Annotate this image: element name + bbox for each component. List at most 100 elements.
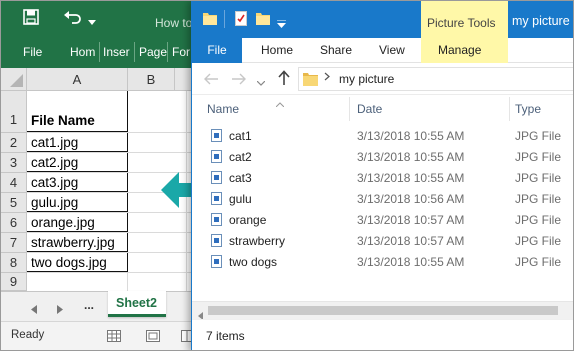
- file-list-item[interactable]: strawberry 3/13/2018 10:57 AM JPG File: [192, 231, 573, 252]
- tab-divider: [167, 42, 168, 62]
- file-list-item[interactable]: cat3 3/13/2018 10:55 AM JPG File: [192, 168, 573, 189]
- breadcrumb-chevron-icon[interactable]: [324, 72, 330, 84]
- file-name: cat2: [229, 150, 252, 164]
- cell-a1[interactable]: File Name: [27, 91, 128, 132]
- file-type: JPG File: [515, 192, 562, 206]
- cell-b8[interactable]: [128, 253, 187, 272]
- file-list-header: Name Date Type: [192, 94, 573, 122]
- scrollbar-thumb[interactable]: [208, 306, 558, 315]
- explorer-tab-share[interactable]: Share: [320, 38, 352, 63]
- column-divider[interactable]: [349, 97, 350, 121]
- cell-b2[interactable]: [128, 133, 187, 152]
- explorer-tab-file[interactable]: File: [192, 38, 242, 63]
- explorer-status-bar: 7 items: [192, 319, 573, 350]
- explorer-tab-home[interactable]: Home: [261, 38, 293, 63]
- sort-ascending-icon: [275, 94, 285, 112]
- file-name: cat1: [229, 129, 252, 143]
- back-icon[interactable]: [204, 72, 218, 90]
- recent-locations-icon[interactable]: [256, 74, 266, 92]
- row-header[interactable]: 8: [1, 253, 27, 273]
- breadcrumb-current-folder[interactable]: my picture: [339, 72, 394, 86]
- select-all-corner[interactable]: [1, 68, 27, 91]
- column-type-header[interactable]: Type: [515, 102, 541, 116]
- cell-b9[interactable]: [128, 273, 187, 291]
- file-name: strawberry: [229, 234, 286, 248]
- row-header[interactable]: 7: [1, 233, 27, 253]
- excel-tab-page[interactable]: Page: [139, 45, 167, 59]
- properties-icon[interactable]: [235, 11, 247, 31]
- address-bar[interactable]: my picture: [298, 67, 573, 91]
- file-date: 3/13/2018 10:55 AM: [357, 255, 465, 269]
- sheet-scroll-right-icon[interactable]: [57, 301, 63, 319]
- excel-tab-formulas[interactable]: For: [172, 45, 190, 59]
- cell-b1[interactable]: [128, 91, 187, 132]
- horizontal-scrollbar[interactable]: [192, 301, 573, 320]
- up-directory-icon[interactable]: [278, 70, 290, 90]
- forward-icon[interactable]: [232, 72, 246, 90]
- column-header-b[interactable]: B: [128, 68, 175, 91]
- cell-b3[interactable]: [128, 153, 187, 172]
- qat-divider: [224, 10, 225, 28]
- excel-status-bar: Ready: [1, 321, 201, 350]
- excel-tab-file[interactable]: File: [23, 45, 42, 59]
- row-header[interactable]: 3: [1, 153, 27, 173]
- qat-dropdown-icon[interactable]: [277, 15, 286, 33]
- column-divider[interactable]: [509, 97, 510, 121]
- column-name-header[interactable]: Name: [207, 102, 239, 116]
- row-header[interactable]: 4: [1, 173, 27, 193]
- more-sheets-ellipsis[interactable]: ...: [84, 298, 94, 312]
- file-type: JPG File: [515, 255, 562, 269]
- tab-divider: [99, 42, 100, 62]
- cell-a4[interactable]: cat3.jpg: [27, 173, 128, 192]
- cell-a7[interactable]: strawberry.jpg: [27, 233, 128, 252]
- cell-a9[interactable]: [27, 273, 128, 291]
- row-header[interactable]: 9: [1, 273, 27, 291]
- file-type: JPG File: [515, 129, 562, 143]
- cell-a5[interactable]: gulu.jpg: [27, 193, 128, 212]
- table-row: cat2.jpg: [27, 153, 201, 173]
- row-header[interactable]: 1: [1, 91, 27, 133]
- table-row: cat1.jpg: [27, 133, 201, 153]
- address-folder-icon: [303, 72, 318, 91]
- row-header[interactable]: 6: [1, 213, 27, 233]
- item-count: 7 items: [206, 329, 245, 343]
- row-header[interactable]: 5: [1, 193, 27, 213]
- explorer-tab-view[interactable]: View: [379, 38, 405, 63]
- new-folder-icon[interactable]: [256, 12, 270, 30]
- cell-a6[interactable]: orange.jpg: [27, 213, 128, 232]
- picture-tools-label: Picture Tools: [427, 16, 496, 30]
- cell-a3[interactable]: cat2.jpg: [27, 153, 128, 172]
- file-list-item[interactable]: gulu 3/13/2018 10:56 AM JPG File: [192, 189, 573, 210]
- column-date-header[interactable]: Date: [357, 102, 382, 116]
- undo-icon[interactable]: [63, 9, 83, 30]
- excel-tab-home[interactable]: Hom: [70, 45, 95, 59]
- sheet-tab-label: Sheet2: [116, 296, 157, 310]
- save-icon[interactable]: [23, 9, 39, 30]
- file-name: two dogs: [229, 255, 278, 269]
- file-list-item[interactable]: cat2 3/13/2018 10:55 AM JPG File: [192, 147, 573, 168]
- sheet-scroll-left-icon[interactable]: [31, 301, 37, 319]
- file-list-item[interactable]: two dogs 3/13/2018 10:55 AM JPG File: [192, 252, 573, 273]
- cell-b6[interactable]: [128, 213, 187, 232]
- excel-tab-insert[interactable]: Inser: [103, 45, 130, 59]
- cell-b7[interactable]: [128, 233, 187, 252]
- file-explorer-window: Picture Tools my picture File Home Share…: [191, 1, 573, 350]
- file-type: JPG File: [515, 213, 562, 227]
- normal-view-icon[interactable]: [107, 329, 121, 347]
- screenshot-stage: How to File Hom Inser Page For A B 1 Fil…: [0, 0, 574, 351]
- file-list-item[interactable]: cat1 3/13/2018 10:55 AM JPG File: [192, 126, 573, 147]
- cell-a2[interactable]: cat1.jpg: [27, 133, 128, 152]
- picture-tools-group: Picture Tools: [421, 1, 508, 38]
- table-row: two dogs.jpg: [27, 253, 201, 273]
- undo-dropdown-icon[interactable]: [88, 13, 96, 31]
- file-name: orange: [229, 213, 267, 227]
- column-header-a[interactable]: A: [27, 68, 128, 91]
- excel-window-title: How to: [155, 16, 193, 30]
- jpg-file-icon: [211, 150, 222, 163]
- file-list-item[interactable]: orange 3/13/2018 10:57 AM JPG File: [192, 210, 573, 231]
- explorer-tab-manage[interactable]: Manage: [438, 38, 481, 63]
- cell-a8[interactable]: two dogs.jpg: [27, 253, 128, 272]
- page-layout-view-icon[interactable]: [146, 329, 160, 347]
- row-header[interactable]: 2: [1, 133, 27, 153]
- sheet-tab-sheet2[interactable]: Sheet2: [108, 291, 166, 317]
